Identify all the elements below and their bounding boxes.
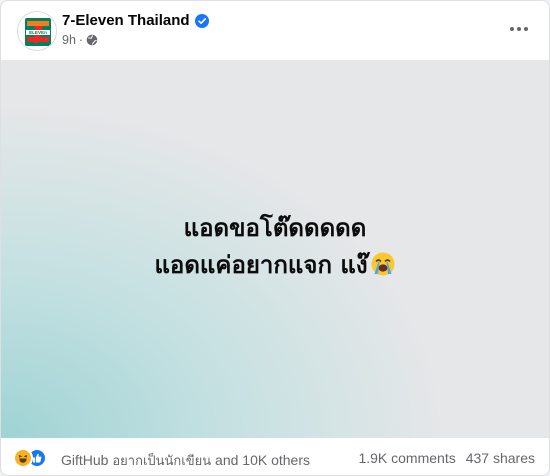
page-name[interactable]: 7-Eleven Thailand: [62, 12, 209, 29]
reaction-summary[interactable]: GiftHub อยากเป็นนักเขียน and 10K others: [61, 450, 310, 471]
verified-badge-icon: [194, 13, 209, 28]
loudly-crying-face-icon: [371, 252, 395, 276]
reaction-icons[interactable]: [13, 448, 59, 468]
page-avatar[interactable]: ELEVEn: [17, 11, 57, 51]
haha-reaction-icon: [13, 448, 33, 468]
comments-count[interactable]: 1.9K comments: [358, 450, 455, 466]
meta-separator: ·: [78, 33, 84, 47]
post-header: ELEVEn 7-Eleven Thailand 9h ·: [1, 1, 549, 59]
reactor-name-thai: อยากเป็นนักเขียน: [112, 454, 212, 469]
post-card: ELEVEn 7-Eleven Thailand 9h · แอดขอโต๊ดด…: [0, 0, 550, 476]
post-text-line-2-text: แอดแค่อยากแจก แง๊: [154, 251, 368, 279]
post-text: แอดขอโต๊ดดดดด แอดแค่อยากแจก แง๊: [1, 210, 549, 284]
seven-eleven-logo: ELEVEn: [18, 12, 56, 50]
post-footer: GiftHub อยากเป็นนักเขียน and 10K others …: [1, 438, 549, 475]
post-media[interactable]: แอดขอโต๊ดดดดด แอดแค่อยากแจก แง๊: [1, 60, 549, 438]
engagement-counts: 1.9K comments 437 shares: [358, 450, 535, 466]
post-text-line-1: แอดขอโต๊ดดดดด: [183, 214, 367, 242]
post-text-line-2: แอดแค่อยากแจก แง๊: [1, 247, 549, 284]
more-dot: [524, 27, 528, 31]
globe-icon: [86, 34, 98, 46]
reactor-name: GiftHub: [61, 452, 109, 468]
more-options-button[interactable]: [503, 15, 535, 43]
more-dot: [517, 27, 521, 31]
logo-wordmark: ELEVEn: [29, 30, 47, 35]
laughing-face-icon: [18, 455, 28, 463]
reactor-others: and 10K others: [215, 452, 310, 468]
post-time[interactable]: 9h: [62, 33, 76, 47]
post-meta: 9h ·: [62, 33, 98, 47]
page-name-label[interactable]: 7-Eleven Thailand: [62, 12, 190, 29]
more-dot: [510, 27, 514, 31]
shares-count[interactable]: 437 shares: [466, 450, 535, 466]
